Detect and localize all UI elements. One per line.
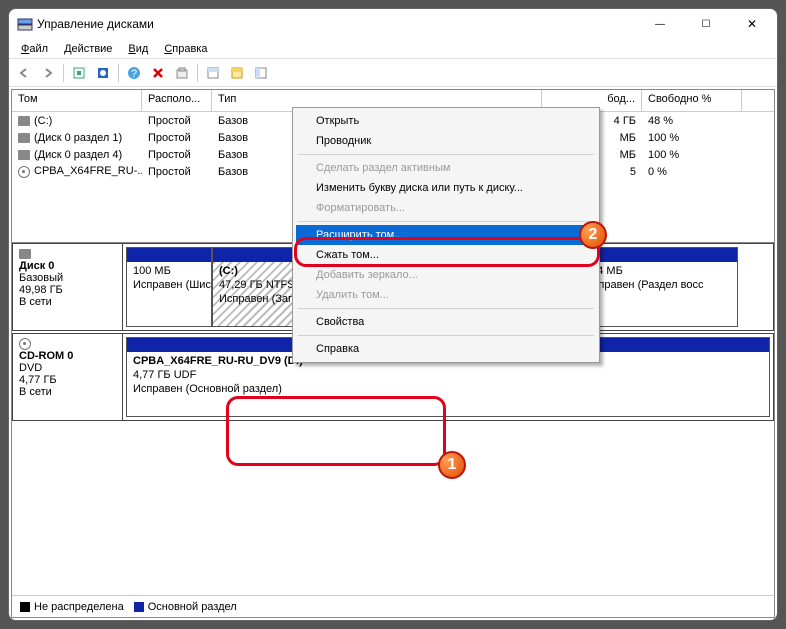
col-pct[interactable]: Свободно % xyxy=(642,90,742,111)
context-menu: ОткрытьПроводник Сделать раздел активнымИ… xyxy=(292,107,600,363)
help-icon[interactable]: ? xyxy=(123,62,145,84)
close-button[interactable] xyxy=(729,9,775,39)
cdrom-name: CD-ROM 0 xyxy=(19,350,116,362)
statusbar: Не распределена Основной раздел xyxy=(12,595,774,617)
maximize-button[interactable] xyxy=(683,9,729,39)
annotation-badge-2: 2 xyxy=(579,221,607,249)
disk0-size: 49,98 ГБ xyxy=(19,284,116,296)
props-icon[interactable] xyxy=(171,62,193,84)
app-icon xyxy=(17,16,33,32)
forward-icon[interactable] xyxy=(37,62,59,84)
window-title: Управление дисками xyxy=(33,17,637,31)
back-icon[interactable] xyxy=(13,62,35,84)
cdrom-status: В сети xyxy=(19,386,116,398)
context-menu-item: Сделать раздел активным xyxy=(296,158,596,178)
menu-file[interactable]: Файл xyxy=(13,41,56,57)
cdrom-size: 4,77 ГБ xyxy=(19,374,116,386)
context-menu-item[interactable]: Справка xyxy=(296,339,596,359)
menu-action[interactable]: Действие xyxy=(56,41,120,57)
vol-d-title: CPBA_X64FRE_RU-RU_DV9 (D:) xyxy=(133,355,303,367)
context-menu-item: Форматировать... xyxy=(296,198,596,218)
layout2-icon[interactable] xyxy=(226,62,248,84)
context-menu-item: Удалить том... xyxy=(296,285,596,305)
minimize-button[interactable] xyxy=(637,9,683,39)
action-icon[interactable] xyxy=(92,62,114,84)
context-menu-item[interactable]: Расширить том... xyxy=(296,225,596,245)
cdrom-info: CD-ROM 0 DVD 4,77 ГБ В сети xyxy=(13,334,123,420)
context-menu-item: Добавить зеркало... xyxy=(296,265,596,285)
menu-help[interactable]: Справка xyxy=(156,41,215,57)
toolbar: ? xyxy=(9,59,777,87)
menu-view[interactable]: Вид xyxy=(120,41,156,57)
context-menu-item[interactable]: Сжать том... xyxy=(296,245,596,265)
disk0-type: Базовый xyxy=(19,272,116,284)
layout3-icon[interactable] xyxy=(250,62,272,84)
titlebar: Управление дисками xyxy=(9,9,777,39)
legend-primary: Основной раздел xyxy=(134,601,237,613)
cdrom-type: DVD xyxy=(19,362,116,374)
layout1-icon[interactable] xyxy=(202,62,224,84)
volume-partition[interactable]: 100 МБИсправен (Шис xyxy=(126,247,212,327)
cdrom-icon xyxy=(19,338,35,350)
context-menu-item[interactable]: Изменить букву диска или путь к диску... xyxy=(296,178,596,198)
volume-partition[interactable]: 604 МБИсправен (Раздел восс xyxy=(578,247,738,327)
refresh-icon[interactable] xyxy=(68,62,90,84)
context-menu-item[interactable]: Открыть xyxy=(296,111,596,131)
disk-0-info: Диск 0 Базовый 49,98 ГБ В сети xyxy=(13,244,123,330)
legend-unalloc: Не распределена xyxy=(20,601,124,613)
context-menu-item[interactable]: Проводник xyxy=(296,131,596,151)
col-tom[interactable]: Том xyxy=(12,90,142,111)
vol-d-line2: Исправен (Основной раздел) xyxy=(133,383,282,395)
disk0-name: Диск 0 xyxy=(19,260,116,272)
disk0-icon xyxy=(19,248,35,260)
vol-d-line1: 4,77 ГБ UDF xyxy=(133,369,196,381)
delete-icon[interactable] xyxy=(147,62,169,84)
disk0-status: В сети xyxy=(19,296,116,308)
menubar: Файл Действие Вид Справка xyxy=(9,39,777,59)
context-menu-item[interactable]: Свойства xyxy=(296,312,596,332)
col-rasp[interactable]: Располо... xyxy=(142,90,212,111)
annotation-badge-1: 1 xyxy=(438,451,466,479)
svg-text:?: ? xyxy=(131,68,137,80)
